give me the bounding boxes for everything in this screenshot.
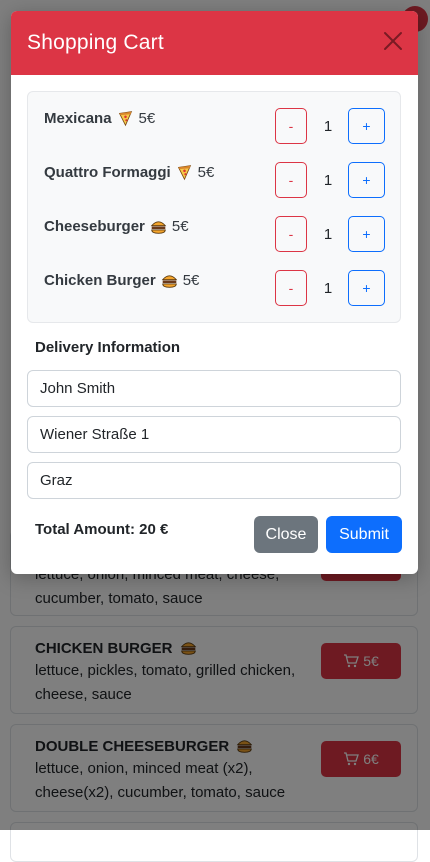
close-button[interactable]: Close: [254, 516, 318, 553]
decrease-quantity-button[interactable]: -: [275, 108, 307, 144]
item-quantity: 1: [323, 117, 333, 135]
delivery-info-heading: Delivery Information: [35, 339, 181, 356]
cart-item-label: Mexicana 5€: [44, 110, 155, 127]
cart-item-name: Cheeseburger: [44, 218, 145, 235]
submit-button[interactable]: Submit: [326, 516, 402, 553]
cart-item-price: 5€: [138, 110, 156, 127]
cart-item-price: 5€: [171, 218, 189, 235]
burger-icon: [161, 275, 177, 288]
decrease-quantity-button[interactable]: -: [275, 270, 307, 306]
cart-item: Cheeseburger 5€ - 1 +: [28, 216, 400, 256]
cart-item-label: Cheeseburger 5€: [44, 218, 189, 235]
item-quantity: 1: [323, 225, 333, 243]
burger-icon: [150, 221, 167, 234]
increase-quantity-button[interactable]: +: [348, 216, 385, 252]
pizza-icon: [118, 111, 132, 127]
decrease-quantity-button[interactable]: -: [275, 162, 307, 198]
cart-item-name: Chicken Burger: [44, 272, 156, 289]
increase-quantity-button[interactable]: +: [348, 162, 385, 198]
street-field[interactable]: [27, 416, 401, 453]
cart-item-price: 5€: [197, 164, 215, 181]
decrease-quantity-button[interactable]: -: [275, 216, 307, 252]
modal-header: Shopping Cart: [11, 11, 418, 75]
cart-items-list: Mexicana 5€ - 1 + Quattro Formaggi 5€ - …: [27, 91, 401, 323]
item-quantity: 1: [323, 279, 333, 297]
increase-quantity-button[interactable]: +: [348, 108, 385, 144]
cart-item-price: 5€: [182, 272, 200, 289]
cart-item: Mexicana 5€ - 1 +: [28, 108, 400, 148]
item-quantity: 1: [323, 171, 333, 189]
pizza-icon: [177, 165, 191, 181]
modal-title: Shopping Cart: [27, 31, 164, 54]
name-field[interactable]: [27, 370, 401, 407]
close-icon[interactable]: [382, 30, 404, 52]
shopping-cart-modal: Shopping Cart Mexicana 5€ - 1 + Quattro …: [11, 11, 418, 574]
cart-item-label: Chicken Burger 5€: [44, 272, 199, 289]
cart-item: Quattro Formaggi 5€ - 1 +: [28, 162, 400, 202]
cart-item-name: Mexicana: [44, 110, 112, 127]
cart-item: Chicken Burger 5€ - 1 +: [28, 270, 400, 310]
cart-item-name: Quattro Formaggi: [44, 164, 171, 181]
cart-item-label: Quattro Formaggi 5€: [44, 164, 214, 181]
city-field[interactable]: [27, 462, 401, 499]
increase-quantity-button[interactable]: +: [348, 270, 385, 306]
total-amount: Total Amount: 20 €: [35, 521, 169, 538]
